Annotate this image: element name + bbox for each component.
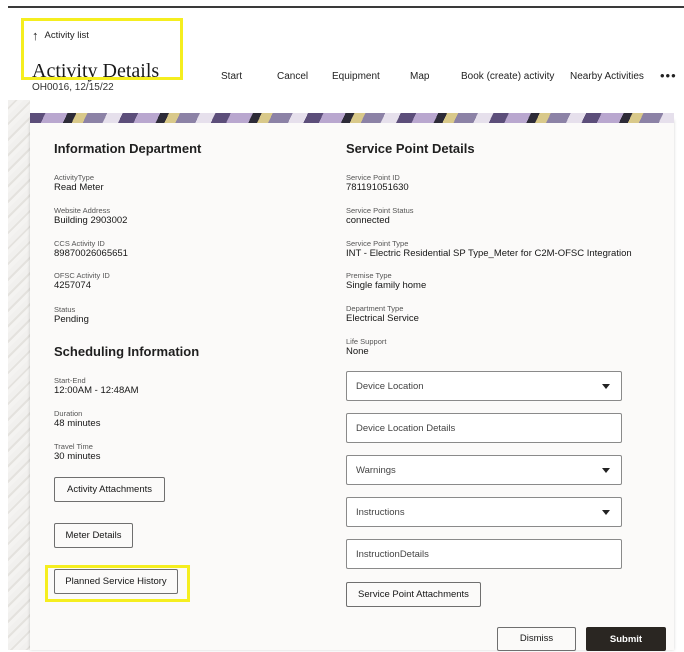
submit-button[interactable]: Submit: [586, 627, 666, 651]
activity-attachments-button[interactable]: Activity Attachments: [54, 477, 165, 502]
service-point-type-field: Service Point Type INT - Electric Reside…: [346, 239, 632, 259]
scheduling-information-title: Scheduling Information: [54, 344, 200, 359]
book-activity-action[interactable]: Book (create) activity: [461, 71, 554, 82]
device-location-details-input[interactable]: Device Location Details: [346, 413, 622, 443]
ccs-activity-id-field: CCS Activity ID 89870026065651: [54, 239, 128, 259]
cancel-action[interactable]: Cancel: [277, 71, 308, 82]
duration-field: Duration 48 minutes: [54, 409, 101, 429]
premise-type-field: Premise Type Single family home: [346, 271, 427, 291]
instruction-details-input[interactable]: InstructionDetails: [346, 539, 622, 569]
more-options-icon[interactable]: •••: [660, 68, 677, 83]
nearby-activities-action[interactable]: Nearby Activities: [570, 71, 644, 82]
back-link-label: Activity list: [44, 30, 89, 41]
service-point-details-title: Service Point Details: [346, 141, 475, 156]
back-to-activity-list-link[interactable]: ↑ Activity list: [32, 29, 89, 42]
device-location-select[interactable]: Device Location: [346, 371, 622, 401]
action-toolbar: Start Cancel Equipment Map Book (create)…: [0, 68, 684, 85]
chevron-down-icon: [602, 468, 610, 473]
life-support-field: Life Support None: [346, 337, 387, 357]
arrow-up-icon: ↑: [32, 28, 39, 43]
instructions-select[interactable]: Instructions: [346, 497, 622, 527]
activity-details-card: Information Department ActivityType Read…: [30, 120, 674, 651]
warnings-select[interactable]: Warnings: [346, 455, 622, 485]
information-department-title: Information Department: [54, 141, 202, 156]
top-border: [8, 6, 684, 8]
travel-time-field: Travel Time 30 minutes: [54, 442, 101, 462]
department-type-field: Department Type Electrical Service: [346, 304, 419, 324]
service-point-attachments-button[interactable]: Service Point Attachments: [346, 582, 481, 607]
start-end-field: Start-End 12:00AM - 12:48AM: [54, 376, 139, 396]
meter-details-button[interactable]: Meter Details: [54, 523, 133, 548]
side-texture: [8, 100, 30, 650]
ofsc-activity-id-field: OFSC Activity ID 4257074: [54, 271, 110, 291]
map-action[interactable]: Map: [410, 71, 429, 82]
decorative-pattern-banner: [30, 113, 674, 123]
status-field: Status Pending: [54, 305, 89, 325]
planned-service-history-button[interactable]: Planned Service History: [54, 569, 178, 594]
activity-type-field: ActivityType Read Meter: [54, 173, 104, 193]
chevron-down-icon: [602, 384, 610, 389]
equipment-action[interactable]: Equipment: [332, 71, 380, 82]
chevron-down-icon: [602, 510, 610, 515]
start-action[interactable]: Start: [221, 71, 242, 82]
service-point-status-field: Service Point Status connected: [346, 206, 414, 226]
dismiss-button[interactable]: Dismiss: [497, 627, 576, 651]
service-point-id-field: Service Point ID 781191051630: [346, 173, 409, 193]
website-address-field: Website Address Building 2903002: [54, 206, 128, 226]
